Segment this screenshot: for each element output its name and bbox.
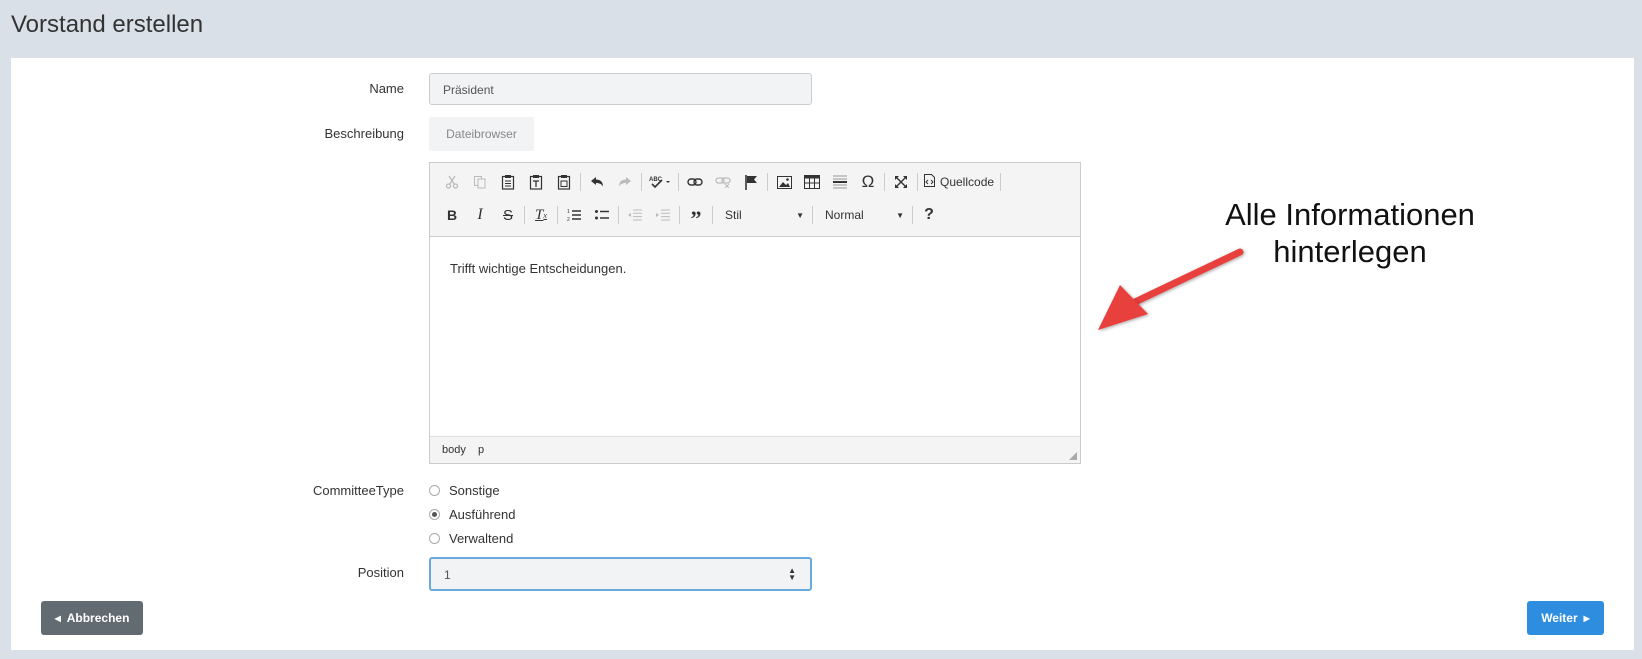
toolbar-separator	[679, 206, 680, 224]
bulleted-list-icon[interactable]	[588, 202, 616, 228]
toolbar-separator	[580, 173, 581, 191]
bold-icon[interactable]: B	[438, 202, 466, 228]
source-icon	[924, 174, 935, 190]
toolbar-separator	[712, 206, 713, 224]
remove-format-icon[interactable]: Tx	[527, 202, 555, 228]
position-field[interactable]: 1 ▲ ▼	[429, 557, 812, 591]
annotation-arrow-icon	[1098, 248, 1244, 330]
outdent-icon[interactable]	[621, 202, 649, 228]
source-button[interactable]: Quellcode	[920, 174, 998, 190]
toolbar-separator	[884, 173, 885, 191]
next-button-label: Weiter	[1541, 611, 1578, 625]
position-label: Position	[357, 565, 404, 580]
spinner-icon[interactable]: ▲ ▼	[788, 567, 796, 582]
name-field[interactable]: Präsident	[429, 73, 812, 105]
radio-sonstige[interactable]: Sonstige	[429, 483, 500, 498]
svg-text:2: 2	[567, 217, 570, 222]
style-select-value: Stil	[725, 208, 742, 222]
format-select[interactable]: Normal ▼	[815, 203, 910, 227]
table-icon[interactable]	[798, 169, 826, 195]
italic-icon[interactable]: I	[466, 202, 494, 228]
blockquote-icon[interactable]: ”	[682, 202, 710, 231]
anchor-icon[interactable]	[737, 169, 765, 195]
rich-text-editor: ABC Ω Quellcode B I S T x 1 2 ” Stil ▼ N…	[429, 162, 1081, 464]
editor-content[interactable]: Trifft wichtige Entscheidungen.	[450, 261, 626, 276]
position-value: 1	[444, 568, 451, 582]
caret-right-icon: ▶	[1583, 613, 1590, 623]
caret-down-icon: ▼	[896, 210, 904, 220]
caret-left-icon: ◀	[54, 613, 61, 623]
toolbar-separator	[917, 173, 918, 191]
radio-button[interactable]	[429, 485, 440, 496]
toolbar-separator	[641, 173, 642, 191]
toolbar-separator	[812, 206, 813, 224]
toolbar-separator	[524, 206, 525, 224]
strike-icon[interactable]: S	[494, 202, 522, 228]
format-select-value: Normal	[825, 208, 864, 222]
radio-label: Ausführend	[449, 507, 516, 522]
toolbar-separator	[618, 206, 619, 224]
toolbar-row-2: B I S Tx 12 ” Stil ▼ Normal ▼ ?	[438, 201, 943, 231]
cut-icon[interactable]	[438, 169, 466, 195]
undo-icon[interactable]	[583, 169, 611, 195]
toolbar-separator	[557, 206, 558, 224]
style-select[interactable]: Stil ▼	[715, 203, 810, 227]
radio-button[interactable]	[429, 533, 440, 544]
radio-ausfuehrend[interactable]: Ausführend	[429, 507, 516, 522]
paste-word-icon[interactable]	[550, 169, 578, 195]
editor-statusbar: body p	[430, 436, 1080, 463]
horizontal-line-icon[interactable]	[826, 169, 854, 195]
special-char-icon[interactable]: Ω	[854, 169, 882, 195]
name-label: Name	[369, 81, 404, 96]
spellcheck-icon[interactable]: ABC	[644, 169, 676, 195]
paste-text-icon[interactable]	[522, 169, 550, 195]
radio-label: Verwaltend	[449, 531, 514, 546]
link-icon[interactable]	[681, 169, 709, 195]
numbered-list-icon[interactable]: 12	[560, 202, 588, 228]
toolbar-row-1: ABC Ω Quellcode	[438, 168, 1003, 196]
toolbar-separator	[912, 206, 913, 224]
indent-icon[interactable]	[649, 202, 677, 228]
toolbar-separator	[678, 173, 679, 191]
cancel-button-label: Abbrechen	[66, 611, 130, 625]
svg-text:1: 1	[567, 209, 570, 215]
redo-icon[interactable]	[611, 169, 639, 195]
toolbar-separator	[1000, 173, 1002, 191]
source-label: Quellcode	[940, 175, 995, 189]
maximize-icon[interactable]	[887, 169, 915, 195]
annotation-line-1: Alle Informationen	[1225, 197, 1475, 232]
file-browser-button[interactable]: Dateibrowser	[429, 117, 534, 151]
help-icon[interactable]: ?	[915, 202, 943, 228]
next-button[interactable]: Weiter ▶	[1527, 601, 1604, 635]
paste-icon[interactable]	[494, 169, 522, 195]
editor-toolbar: ABC Ω Quellcode B I S T x 1 2 ” Stil ▼ N…	[430, 163, 1080, 237]
description-label: Beschreibung	[324, 126, 405, 141]
resize-grip-icon[interactable]	[1069, 452, 1077, 460]
radio-verwaltend[interactable]: Verwaltend	[429, 531, 513, 546]
image-icon[interactable]	[770, 169, 798, 195]
caret-down-icon: ▼	[796, 210, 804, 220]
toolbar-separator	[767, 173, 768, 191]
page-title: Vorstand erstellen	[11, 11, 204, 38]
radio-button-selected[interactable]	[429, 509, 440, 520]
committee-type-label: CommitteeType	[312, 483, 404, 498]
path-p[interactable]: p	[478, 444, 484, 456]
unlink-icon[interactable]	[709, 169, 737, 195]
cancel-button[interactable]: ◀ Abbrechen	[41, 601, 143, 635]
copy-icon[interactable]	[466, 169, 494, 195]
path-body[interactable]: body	[442, 444, 466, 456]
radio-label: Sonstige	[449, 483, 500, 498]
